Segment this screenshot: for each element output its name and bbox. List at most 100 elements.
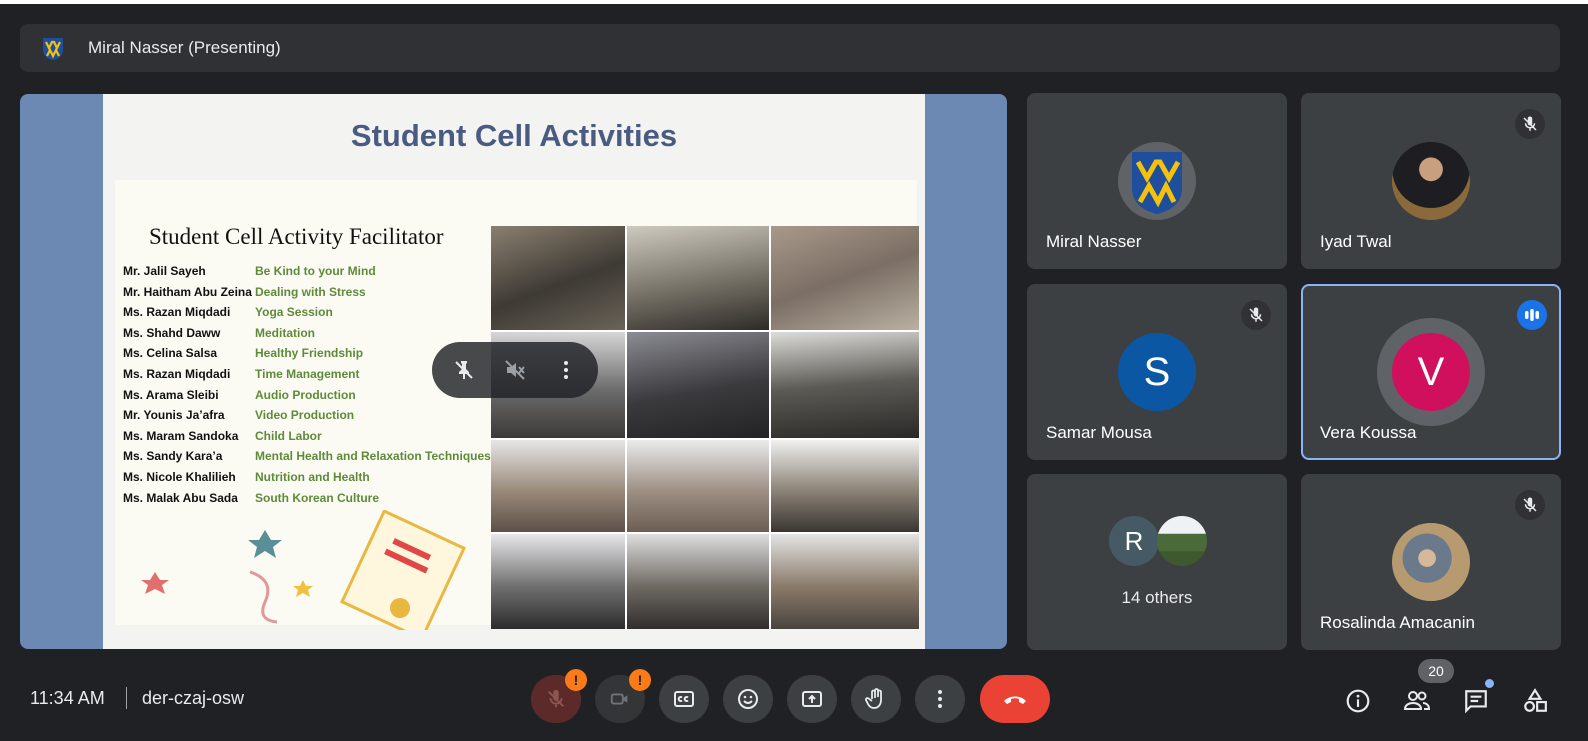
presenter-title: Miral Nasser (Presenting)	[88, 38, 281, 57]
facilitator-name: Ms. Razan Miqdadi	[123, 305, 231, 320]
unread-dot	[1485, 679, 1494, 688]
more-options-button[interactable]	[915, 675, 965, 723]
chat-button[interactable]	[1456, 679, 1496, 721]
activity-photo	[627, 440, 769, 532]
facilitator-name: Ms. Maram Sandoka	[123, 428, 239, 443]
facilitator-row: Mr. Haitham Abu Zeina Dealing with Stress	[123, 285, 491, 306]
participant-tile[interactable]: Iyad Twal	[1301, 93, 1561, 269]
audio-level-icon	[1525, 309, 1539, 321]
participant-tile[interactable]: Miral Nasser	[1027, 93, 1287, 269]
facilitator-row: Ms. Nicole Khalilieh Nutrition and Health	[123, 470, 491, 491]
hand-icon	[865, 688, 882, 709]
activities-button[interactable]	[1515, 681, 1555, 721]
muted-indicator	[1515, 490, 1545, 520]
facilitator-name: Ms. Sandy Kara’a	[123, 449, 223, 464]
facilitator-row: Ms. Shahd Daww Meditation	[123, 326, 491, 347]
muted-indicator	[1515, 109, 1545, 139]
activity-name: Time Management	[255, 366, 360, 381]
divider	[126, 687, 127, 709]
participant-name: Iyad Twal	[1320, 232, 1392, 251]
avatar-photo	[1392, 523, 1470, 601]
facilitator-heading: Student Cell Activity Facilitator	[149, 224, 444, 249]
leave-call-button[interactable]	[980, 675, 1050, 723]
activity-photo	[771, 534, 919, 629]
activity-photo	[627, 332, 769, 438]
facilitator-name: Mr. Younis Ja’afra	[123, 408, 225, 423]
avatar	[1118, 142, 1196, 220]
avatar-photo	[1157, 516, 1207, 566]
facilitator-name: Ms. Nicole Khalilieh	[123, 469, 236, 484]
captions-button[interactable]	[659, 675, 709, 723]
others-tile[interactable]: R 14 others	[1027, 474, 1287, 650]
meeting-code: der-czaj-osw	[142, 688, 245, 708]
organization-logo-icon	[1132, 152, 1182, 214]
facilitator-row: Ms. Sandy Kara’a Mental Health and Relaxa…	[123, 449, 491, 470]
speaking-indicator	[1517, 300, 1547, 330]
muted-indicator	[1241, 300, 1271, 330]
present-to-all-icon	[802, 691, 822, 707]
avatar-photo	[1392, 142, 1470, 220]
facilitator-name: Mr. Haitham Abu Zeina	[123, 284, 252, 299]
clock-time: 11:34 AM	[30, 688, 105, 708]
raise-hand-button[interactable]	[851, 675, 901, 723]
people-button[interactable]	[1397, 681, 1437, 721]
tile-more-options-button[interactable]	[546, 350, 586, 390]
mic-off-icon	[548, 689, 564, 708]
people-icon	[1403, 691, 1431, 710]
avatar: V	[1392, 333, 1470, 411]
activity-photo	[627, 534, 769, 629]
activity-photo	[771, 226, 919, 330]
meeting-details-button[interactable]	[1338, 681, 1378, 721]
call-end-icon	[1004, 696, 1026, 704]
activity-photo-collage	[491, 226, 919, 629]
facilitator-name: Ms. Arama Sleibi	[123, 387, 219, 402]
slide-card: Student Cell Activity Facilitator Mr. Ja…	[115, 180, 919, 630]
warning-badge: !	[629, 669, 651, 691]
mic-off-icon	[1523, 497, 1537, 512]
camera-button[interactable]: !	[595, 669, 651, 723]
activity-name: Dealing with Stress	[255, 284, 366, 299]
activity-name: Mental Health and Relaxation Techniques	[255, 449, 491, 464]
present-now-button[interactable]	[787, 675, 837, 723]
facilitator-name: Mr. Jalil Sayeh	[123, 264, 206, 278]
activity-photo	[491, 534, 625, 629]
mute-tile-button[interactable]	[495, 350, 535, 390]
presenter-bar: Miral Nasser (Presenting)	[20, 24, 1560, 72]
slide-title: Student Cell Activities	[350, 118, 678, 153]
emoji-icon	[738, 689, 758, 709]
unpin-button[interactable]	[444, 350, 484, 390]
activity-name: Be Kind to your Mind	[255, 264, 376, 278]
volume-off-icon	[505, 360, 525, 380]
mic-off-icon	[1523, 116, 1537, 131]
facilitator-row: Ms. Malak Abu Sada South Korean Culture	[123, 491, 491, 512]
facilitator-list: Mr. Jalil Sayeh Be Kind to your Mind Mr. …	[123, 264, 491, 511]
facilitator-name: Ms. Malak Abu Sada	[123, 490, 238, 505]
reactions-button[interactable]	[723, 675, 773, 723]
facilitator-row: Ms. Maram Sandoka Child Labor	[123, 429, 491, 450]
facilitator-name: Ms. Shahd Daww	[123, 325, 221, 340]
warning-badge: !	[565, 669, 587, 691]
others-count-label: 14 others	[1121, 588, 1193, 607]
activity-photo	[491, 440, 625, 532]
participant-tile[interactable]: Rosalinda Amacanin	[1301, 474, 1561, 650]
facilitator-row: Ms. Razan Miqdadi Yoga Session	[123, 305, 491, 326]
participant-name: Miral Nasser	[1046, 232, 1142, 251]
more-vert-icon	[564, 361, 569, 379]
meeting-controls-bar: 11:34 AM der-czaj-osw ! ! 20	[0, 655, 1588, 741]
presentation-stage[interactable]: Student Cell Activities Student Cell Act…	[20, 94, 1007, 649]
activity-name: Healthy Friendship	[255, 346, 364, 361]
participant-tile[interactable]: S Samar Mousa	[1027, 284, 1287, 460]
activity-name: Meditation	[255, 325, 315, 340]
participant-name: Samar Mousa	[1046, 423, 1152, 442]
facilitator-row: Mr. Younis Ja’afra Video Production	[123, 408, 491, 429]
participant-tile-active-speaker[interactable]: V Vera Koussa	[1301, 284, 1561, 460]
more-vert-icon	[938, 690, 942, 708]
facilitator-row: Ms. Arama Sleibi Audio Production	[123, 388, 491, 409]
microphone-button[interactable]: !	[531, 669, 587, 723]
avatar: R	[1109, 516, 1159, 566]
participant-name: Vera Koussa	[1320, 423, 1417, 442]
activity-photo	[771, 332, 919, 438]
activity-name: Nutrition and Health	[255, 469, 370, 484]
certificate-illustration	[141, 510, 467, 630]
info-icon	[1346, 689, 1370, 713]
